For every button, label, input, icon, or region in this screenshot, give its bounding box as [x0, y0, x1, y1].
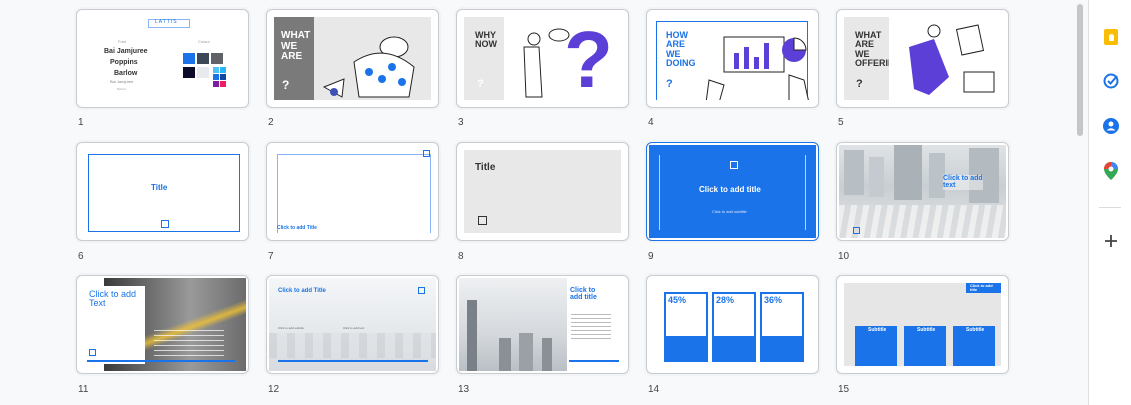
colour-swatches — [183, 53, 233, 100]
slide-subtitle: Click to add subtitle — [712, 209, 747, 214]
stat-value: 28% — [716, 295, 735, 305]
slide-title: HOW ARE WE DOING — [666, 30, 696, 69]
slide-title: Click to add title — [699, 185, 761, 194]
slide-text: Click to add text — [343, 326, 365, 330]
slide-number-13: 13 — [458, 384, 470, 395]
slide-number-10: 10 — [838, 251, 850, 262]
slide-thumbnail-1[interactable]: LATTIS Font Colour Bai Jamjuree Poppins … — [76, 9, 249, 108]
question-mark: ? — [666, 78, 673, 90]
stat-value: 36% — [764, 295, 783, 305]
slide-title: Click to add title — [570, 287, 597, 302]
slide-number-7: 7 — [268, 251, 274, 262]
illustration — [705, 36, 809, 100]
slide-title: WHY NOW — [475, 30, 497, 50]
card-subtitle: Subtitle — [868, 327, 887, 333]
slide-number-9: 9 — [648, 251, 654, 262]
slide-thumbnail-6[interactable]: Title — [76, 142, 249, 241]
slide-number-6: 6 — [78, 251, 84, 262]
font-header: Font — [118, 39, 127, 44]
illustration — [889, 17, 1001, 100]
logo-icon — [418, 287, 425, 294]
slide-number-14: 14 — [648, 384, 660, 395]
maps-icon[interactable] — [1100, 160, 1122, 182]
slide-title: Click to add text — [943, 175, 983, 190]
slide-title-tag: Click to add title — [966, 283, 1001, 294]
side-panel — [1088, 0, 1131, 405]
slide-thumbnail-3[interactable]: WHY NOW ? ? — [456, 9, 629, 108]
slide-number-11: 11 — [78, 384, 89, 395]
slide-thumbnail-14[interactable]: 45% 28% 36% — [646, 275, 819, 374]
font-sub: Bai Jamjuree — [110, 79, 134, 84]
logo-icon — [730, 161, 738, 169]
question-mark: ? — [856, 78, 863, 90]
illustration — [314, 17, 431, 100]
add-icon[interactable] — [1100, 230, 1122, 252]
slide-thumbnail-11[interactable]: Click to add Text — [76, 275, 249, 374]
slide-thumbnail-7[interactable]: Click to add Title — [266, 142, 439, 241]
font-sample-2: Poppins — [110, 59, 138, 66]
card-subtitle: Subtitle — [966, 327, 985, 333]
slide-number-4: 4 — [648, 117, 654, 128]
slide-thumbnail-8[interactable]: Title — [456, 142, 629, 241]
slide-number-3: 3 — [458, 117, 464, 128]
slide-thumbnail-13[interactable]: Click to add title — [456, 275, 629, 374]
font-sample-3: Barlow — [114, 70, 138, 77]
slide-number-1: 1 — [78, 117, 84, 128]
slide-title: Click to add Text — [89, 289, 137, 309]
logo-icon — [161, 220, 169, 228]
contacts-icon[interactable] — [1100, 115, 1122, 137]
question-mark: ? — [282, 78, 290, 92]
slide-title: Click to add Title — [277, 225, 317, 231]
slide-thumbnail-15[interactable]: Click to add title Subtitle Subtitle Sub… — [836, 275, 1009, 374]
question-mark: ? — [477, 78, 484, 90]
slide-title: Title — [475, 162, 496, 173]
tasks-icon[interactable] — [1100, 70, 1122, 92]
slide-number-8: 8 — [458, 251, 464, 262]
slide-thumbnail-2[interactable]: WHAT WE ARE ? — [266, 9, 439, 108]
slide-number-5: 5 — [838, 117, 844, 128]
colour-header: Colour — [198, 39, 210, 44]
divider — [1099, 207, 1121, 208]
svg-text:?: ? — [564, 17, 613, 100]
slide-title: WHAT WE ARE — [281, 30, 311, 62]
keep-icon[interactable] — [1100, 26, 1122, 48]
logo-icon — [89, 349, 96, 356]
slide-thumbnail-5[interactable]: WHAT ARE WE OFFERING ? — [836, 9, 1009, 108]
logo-text: LATTIS — [155, 19, 178, 25]
scrollbar-thumb[interactable] — [1077, 4, 1083, 136]
slide-thumbnail-12[interactable]: Click to add Title Click to add subtitle… — [266, 275, 439, 374]
card-subtitle: Subtitle — [917, 327, 936, 333]
illustration: ? — [504, 17, 621, 100]
slide-number-15: 15 — [838, 384, 850, 395]
font-sample-1: Bai Jamjuree — [104, 48, 148, 55]
vertical-scrollbar[interactable] — [1075, 0, 1085, 405]
logo-icon — [853, 227, 860, 234]
slide-number-12: 12 — [268, 384, 280, 395]
font-sub-2: Barlow — [117, 87, 127, 91]
slide-thumbnail-9[interactable]: Click to add title Click to add subtitle — [646, 142, 819, 241]
slide-title: Title — [151, 183, 168, 192]
slide-number-2: 2 — [268, 117, 274, 128]
logo-icon — [478, 216, 487, 225]
slide-title: Click to add Title — [278, 288, 326, 294]
logo-icon — [423, 150, 430, 157]
slide-subtitle: Click to add subtitle — [278, 326, 305, 330]
slide-thumbnail-4[interactable]: HOW ARE WE DOING ? — [646, 9, 819, 108]
slide-thumbnail-10[interactable]: Click to add text — [836, 142, 1009, 241]
slide-grid: LATTIS Font Colour Bai Jamjuree Poppins … — [0, 0, 1074, 405]
stat-value: 45% — [668, 295, 687, 305]
